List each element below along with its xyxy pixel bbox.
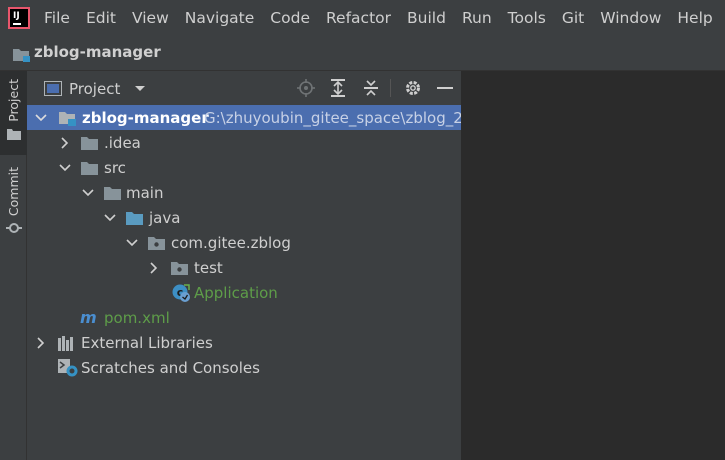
menu-items: File Edit View Navigate Code Refactor Bu… <box>44 0 725 36</box>
folder-icon <box>81 162 98 175</box>
tree-application-label: Application <box>194 283 278 302</box>
tree-package-label: com.gitee.zblog <box>171 233 291 252</box>
intellij-logo-icon[interactable]: IJ <box>8 7 30 29</box>
scratches-icon <box>58 359 78 377</box>
tool-tab-commit[interactable]: Commit <box>0 167 27 247</box>
folder-icon <box>104 187 121 200</box>
tree-row-scratches[interactable]: Scratches and Consoles <box>27 355 461 380</box>
project-folder-icon <box>13 49 30 62</box>
commit-icon <box>5 223 22 234</box>
tree-scratches-label: Scratches and Consoles <box>81 358 260 377</box>
minimize-icon[interactable] <box>437 87 453 90</box>
tree-row-application[interactable]: c Application <box>27 280 461 305</box>
editor-area[interactable] <box>462 71 725 460</box>
chevron-down-icon[interactable] <box>134 85 146 93</box>
menu-refactor[interactable]: Refactor <box>326 9 391 27</box>
menu-build[interactable]: Build <box>407 9 446 27</box>
project-panel-title[interactable]: Project <box>69 80 120 98</box>
menu-code[interactable]: Code <box>270 9 310 27</box>
left-tool-strip: Project Commit <box>0 71 27 460</box>
chevron-right-icon[interactable] <box>35 337 47 349</box>
menu-git[interactable]: Git <box>562 9 584 27</box>
tree-row-main[interactable]: main <box>27 180 461 205</box>
tree-row-external-libraries[interactable]: External Libraries <box>27 330 461 355</box>
folder-icon <box>81 137 98 150</box>
header-divider <box>390 79 391 97</box>
tree-root-name: zblog-manager <box>82 108 209 127</box>
expand-all-icon[interactable] <box>330 79 346 97</box>
menu-navigate[interactable]: Navigate <box>185 9 255 27</box>
menu-help[interactable]: Help <box>677 9 712 27</box>
tree-row-test[interactable]: test <box>27 255 461 280</box>
project-module-icon <box>59 112 76 126</box>
library-icon <box>58 336 73 351</box>
breadcrumb-project[interactable]: zblog-manager <box>34 43 161 61</box>
menu-bar: IJ File Edit View Navigate Code Refactor… <box>0 0 725 36</box>
tree-row-root[interactable]: zblog-manager G:\zhuyoubin_gitee_space\z… <box>27 105 472 130</box>
chevron-right-icon[interactable] <box>59 137 71 149</box>
tree-row-idea[interactable]: .idea <box>27 130 461 155</box>
tool-tab-commit-label: Commit <box>6 167 21 217</box>
menu-tools[interactable]: Tools <box>508 9 546 27</box>
menu-window[interactable]: Window <box>600 9 661 27</box>
project-tool-window: Project zblog-manager G:\zhuyoubin_gitee… <box>27 71 472 460</box>
tree-row-pom[interactable]: m pom.xml <box>27 305 461 330</box>
tree-test-label: test <box>194 258 223 277</box>
locate-icon[interactable] <box>297 79 315 97</box>
menu-view[interactable]: View <box>132 9 169 27</box>
tree-pom-label: pom.xml <box>104 308 170 327</box>
menu-edit[interactable]: Edit <box>86 9 116 27</box>
tree-java-label: java <box>149 208 181 227</box>
collapse-all-icon[interactable] <box>363 79 379 97</box>
maven-icon: m <box>80 310 97 326</box>
chevron-down-icon[interactable] <box>104 212 116 224</box>
chevron-right-icon[interactable] <box>148 262 160 274</box>
gear-icon[interactable] <box>404 79 422 97</box>
chevron-down-icon[interactable] <box>126 237 138 249</box>
tree-root-path: G:\zhuyoubin_gitee_space\zblog_20 <box>204 108 473 127</box>
tool-tab-project-label: Project <box>6 79 21 122</box>
project-panel-header: Project <box>27 71 461 105</box>
tree-row-src[interactable]: src <box>27 155 461 180</box>
tree-row-package[interactable]: com.gitee.zblog <box>27 230 461 255</box>
spring-boot-class-icon: c <box>172 284 190 302</box>
source-folder-icon <box>126 212 143 225</box>
package-icon <box>171 262 188 275</box>
tree-external-libraries-label: External Libraries <box>81 333 213 352</box>
package-icon <box>148 237 165 250</box>
tree-main-label: main <box>126 183 164 202</box>
svg-text:m: m <box>80 310 97 326</box>
chevron-down-icon[interactable] <box>82 187 94 199</box>
chevron-down-icon[interactable] <box>59 162 71 174</box>
menu-run[interactable]: Run <box>462 9 492 27</box>
folder-icon <box>6 128 21 140</box>
chevron-down-icon[interactable] <box>35 112 47 124</box>
tree-idea-label: .idea <box>104 133 141 152</box>
tree-row-java[interactable]: java <box>27 205 461 230</box>
menu-file[interactable]: File <box>44 9 70 27</box>
project-view-icon <box>44 81 62 96</box>
tool-tab-project[interactable]: Project <box>0 71 27 155</box>
tree-src-label: src <box>104 158 126 177</box>
